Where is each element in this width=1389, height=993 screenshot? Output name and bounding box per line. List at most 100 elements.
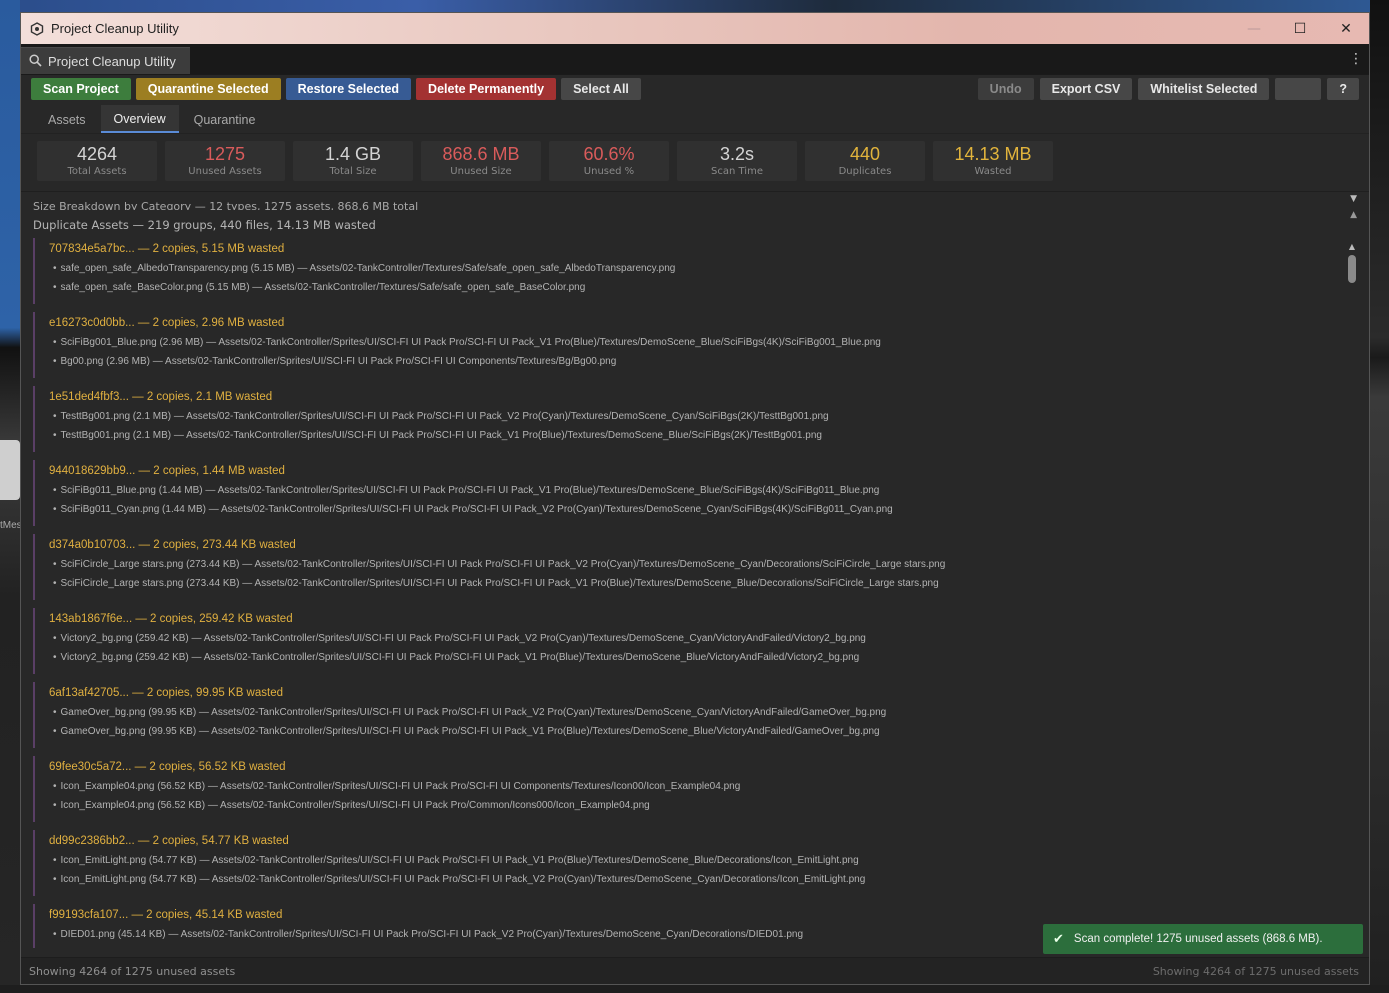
- file-path: TesttBg001.png (2.1 MB) — Assets/02-Tank…: [60, 411, 829, 422]
- duplicate-file-item[interactable]: • GameOver_bg.png (99.95 KB) — Assets/02-…: [49, 703, 1339, 722]
- checkmark-icon: ✔: [1053, 931, 1064, 947]
- stat-unused-size: 868.6 MB Unused Size: [421, 141, 541, 181]
- duplicate-file-item[interactable]: • SciFiBg011_Blue.png (1.44 MB) — Assets/…: [49, 481, 1339, 500]
- maximize-button[interactable]: ☐: [1277, 13, 1323, 44]
- select-all-button[interactable]: Select All: [561, 78, 641, 100]
- stat-label: Unused Assets: [188, 166, 262, 177]
- scroll-up-arrow-icon[interactable]: ▲: [1350, 210, 1357, 220]
- duplicate-group-header[interactable]: f99193cfa107... — 2 copies, 45.14 KB was…: [49, 904, 1339, 925]
- editor-tab-bar: Project Cleanup Utility ⋮: [21, 44, 1369, 75]
- file-path: Icon_EmitLight.png (54.77 KB) — Assets/0…: [60, 855, 859, 866]
- stat-label: Total Size: [329, 166, 377, 177]
- duplicate-group-header[interactable]: 143ab1867f6e... — 2 copies, 259.42 KB wa…: [49, 608, 1339, 629]
- duplicate-file-item[interactable]: • safe_open_safe_BaseColor.png (5.15 MB) …: [49, 278, 1339, 297]
- vertical-scrollbar[interactable]: ▲: [1347, 242, 1357, 932]
- duplicate-group-header[interactable]: 6af13af42705... — 2 copies, 99.95 KB was…: [49, 682, 1339, 703]
- stat-label: Duplicates: [838, 166, 892, 177]
- undo-button[interactable]: Undo: [977, 78, 1034, 100]
- stats-row: 4264 Total Assets 1275 Unused Assets 1.4 G…: [21, 134, 1369, 189]
- tab-quarantine[interactable]: Quarantine: [181, 105, 269, 133]
- duplicate-group-header[interactable]: 944018629bb9... — 2 copies, 1.44 MB wast…: [49, 460, 1339, 481]
- editor-tab-label: Project Cleanup Utility: [48, 53, 176, 69]
- scan-complete-toast: ✔ Scan complete! 1275 unused assets (868…: [1043, 924, 1363, 954]
- stat-value: 60.6%: [583, 144, 635, 164]
- duplicate-group: d374a0b10703... — 2 copies, 273.44 KB wa…: [33, 534, 1339, 600]
- stat-scan-time: 3.2s Scan Time: [677, 141, 797, 181]
- file-path: Victory2_bg.png (259.42 KB) — Assets/02-…: [60, 633, 866, 644]
- duplicate-group-header[interactable]: dd99c2386bb2... — 2 copies, 54.77 KB was…: [49, 830, 1339, 851]
- file-path: SciFiCircle_Large stars.png (273.44 KB) …: [60, 559, 946, 570]
- duplicate-file-item[interactable]: • Icon_EmitLight.png (54.77 KB) — Assets/…: [49, 870, 1339, 889]
- scrollbar-thumb[interactable]: [1348, 255, 1356, 283]
- stat-value: 14.13 MB: [954, 144, 1032, 164]
- title-bar[interactable]: Project Cleanup Utility — ☐ ✕: [21, 13, 1369, 44]
- duplicate-group-header[interactable]: 69fee30c5a72... — 2 copies, 56.52 KB was…: [49, 756, 1339, 777]
- background-panel-chip: [0, 440, 20, 500]
- duplicate-file-item[interactable]: • Icon_Example04.png (56.52 KB) — Assets/…: [49, 777, 1339, 796]
- duplicate-file-item[interactable]: • Icon_Example04.png (56.52 KB) — Assets/…: [49, 796, 1339, 815]
- duplicate-group: dd99c2386bb2... — 2 copies, 54.77 KB was…: [33, 830, 1339, 896]
- size-breakdown-header[interactable]: Size Breakdown by Category — 12 types, 1…: [33, 200, 418, 210]
- collapse-arrow-icon[interactable]: ▼: [1350, 194, 1357, 204]
- duplicate-file-item[interactable]: • Icon_EmitLight.png (54.77 KB) — Assets/…: [49, 851, 1339, 870]
- duplicate-file-item[interactable]: • SciFiCircle_Large stars.png (273.44 KB)…: [49, 555, 1339, 574]
- duplicate-group: e16273c0d0bb... — 2 copies, 2.96 MB wast…: [33, 312, 1339, 378]
- scan-project-button[interactable]: Scan Project: [31, 78, 131, 100]
- duplicate-file-item[interactable]: • SciFiCircle_Large stars.png (273.44 KB)…: [49, 574, 1339, 593]
- stat-label: Scan Time: [711, 166, 763, 177]
- view-tabs: Assets Overview Quarantine: [21, 103, 1369, 134]
- app-icon: [29, 21, 45, 37]
- duplicate-file-item[interactable]: • SciFiBg001_Blue.png (2.96 MB) — Assets/…: [49, 333, 1339, 352]
- file-path: Victory2_bg.png (259.42 KB) — Assets/02-…: [60, 652, 860, 663]
- minimize-button[interactable]: —: [1231, 13, 1277, 44]
- duplicate-group-header[interactable]: d374a0b10703... — 2 copies, 273.44 KB wa…: [49, 534, 1339, 555]
- scroll-up-icon[interactable]: ▲: [1347, 242, 1357, 251]
- stat-value: 1.4 GB: [324, 144, 382, 164]
- export-csv-button[interactable]: Export CSV: [1039, 78, 1133, 100]
- delete-permanently-button[interactable]: Delete Permanently: [416, 78, 557, 100]
- duplicate-file-item[interactable]: • GameOver_bg.png (99.95 KB) — Assets/02-…: [49, 722, 1339, 741]
- duplicate-assets-header: Duplicate Assets — 219 groups, 440 files…: [33, 218, 376, 232]
- file-path: SciFiCircle_Large stars.png (273.44 KB) …: [60, 578, 939, 589]
- duplicate-file-item[interactable]: • safe_open_safe_AlbedoTransparency.png (…: [49, 259, 1339, 278]
- duplicate-file-item[interactable]: • Bg00.png (2.96 MB) — Assets/02-TankCont…: [49, 352, 1339, 371]
- duplicate-file-item[interactable]: • TesttBg001.png (2.1 MB) — Assets/02-Tan…: [49, 426, 1339, 445]
- duplicate-group: 1e51ded4fbf3... — 2 copies, 2.1 MB waste…: [33, 386, 1339, 452]
- close-button[interactable]: ✕: [1323, 13, 1369, 44]
- toolbar-right-group: Undo Export CSV Whitelist Selected ?: [972, 78, 1359, 100]
- restore-selected-button[interactable]: Restore Selected: [285, 78, 412, 100]
- duplicate-file-item[interactable]: • Victory2_bg.png (259.42 KB) — Assets/02…: [49, 648, 1339, 667]
- blank-button[interactable]: [1275, 78, 1322, 100]
- tab-overview[interactable]: Overview: [100, 105, 179, 133]
- duplicate-file-item[interactable]: • TesttBg001.png (2.1 MB) — Assets/02-Tan…: [49, 407, 1339, 426]
- duplicate-file-item[interactable]: • SciFiBg011_Cyan.png (1.44 MB) — Assets/…: [49, 500, 1339, 519]
- stat-unused-assets: 1275 Unused Assets: [165, 141, 285, 181]
- duplicate-group-header[interactable]: 1e51ded4fbf3... — 2 copies, 2.1 MB waste…: [49, 386, 1339, 407]
- stat-value: 868.6 MB: [442, 144, 520, 164]
- kebab-menu-icon[interactable]: ⋮: [1349, 51, 1363, 67]
- duplicate-group: 143ab1867f6e... — 2 copies, 259.42 KB wa…: [33, 608, 1339, 674]
- editor-tab[interactable]: Project Cleanup Utility: [21, 47, 190, 74]
- file-path: safe_open_safe_AlbedoTransparency.png (5…: [60, 263, 676, 274]
- duplicate-file-item[interactable]: • Victory2_bg.png (259.42 KB) — Assets/02…: [49, 629, 1339, 648]
- background-label: tMes: [0, 520, 22, 531]
- stat-unused-percent: 60.6% Unused %: [549, 141, 669, 181]
- duplicate-group-header[interactable]: e16273c0d0bb... — 2 copies, 2.96 MB wast…: [49, 312, 1339, 333]
- file-path: GameOver_bg.png (99.95 KB) — Assets/02-T…: [60, 707, 887, 718]
- stat-value: 4264: [76, 144, 118, 164]
- tab-assets[interactable]: Assets: [35, 105, 99, 133]
- status-text-right: Showing 4264 of 1275 unused assets: [1152, 965, 1359, 978]
- file-path: SciFiBg011_Blue.png (1.44 MB) — Assets/0…: [60, 485, 880, 496]
- file-path: Bg00.png (2.96 MB) — Assets/02-TankContr…: [60, 356, 617, 367]
- duplicate-group-header[interactable]: 707834e5a7bc... — 2 copies, 5.15 MB wast…: [49, 238, 1339, 259]
- stat-total-assets: 4264 Total Assets: [37, 141, 157, 181]
- file-path: DIED01.png (45.14 KB) — Assets/02-TankCo…: [60, 929, 804, 940]
- status-bar: Showing 4264 of 1275 unused assets Showi…: [21, 957, 1369, 984]
- app-window: Project Cleanup Utility — ☐ ✕ Project Cl…: [20, 12, 1370, 985]
- quarantine-selected-button[interactable]: Quarantine Selected: [135, 78, 281, 100]
- file-path: safe_open_safe_BaseColor.png (5.15 MB) —…: [60, 282, 586, 293]
- desktop-background-bottom: [0, 985, 1389, 993]
- whitelist-selected-button[interactable]: Whitelist Selected: [1138, 78, 1270, 100]
- help-button[interactable]: ?: [1327, 78, 1359, 100]
- duplicate-groups-list: 707834e5a7bc... — 2 copies, 5.15 MB wast…: [33, 238, 1339, 958]
